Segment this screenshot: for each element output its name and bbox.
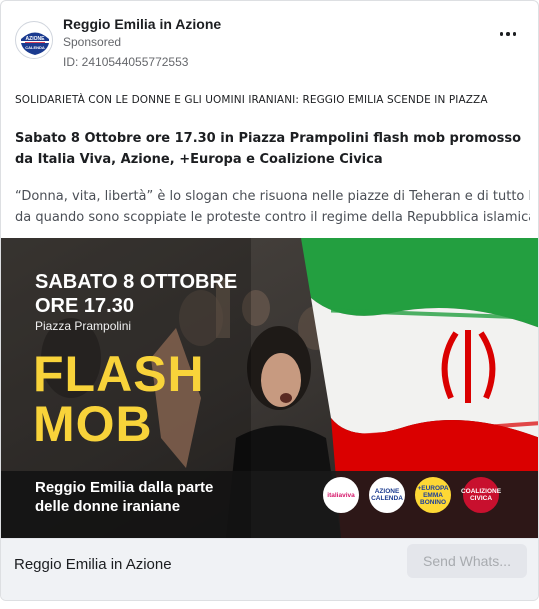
azione-logo-icon: AZIONE CALENDA xyxy=(18,24,52,58)
tagline: delle donne iraniane xyxy=(35,498,181,515)
ad-description: “Donna, vita, libertà” è lo slogan che r… xyxy=(15,186,530,228)
ad-card: AZIONE CALENDA Reggio Emilia in Azione S… xyxy=(0,0,539,601)
mob-title: MOB xyxy=(33,396,153,452)
ad-body: SOLIDARIETÀ CON LE DONNE E GLI UOMINI IR… xyxy=(15,94,530,228)
coalizione-civica-logo: COALIZIONE CIVICA xyxy=(460,477,502,513)
event-time: ORE 17.30 xyxy=(35,295,134,317)
tagline: Reggio Emilia dalla parte xyxy=(35,479,214,496)
coalizione-logo-text: COALIZIONE CIVICA xyxy=(460,488,502,502)
ad-id: ID: 2410544055772553 xyxy=(63,55,189,69)
send-whatsapp-button[interactable]: Send Whats... xyxy=(407,544,527,578)
ad-header: AZIONE CALENDA Reggio Emilia in Azione S… xyxy=(1,1,538,81)
avatar-sub: CALENDA xyxy=(25,45,45,50)
footer-page-name[interactable]: Reggio Emilia in Azione xyxy=(14,556,172,573)
azione-logo-text: AZIONE CALENDA xyxy=(371,488,403,502)
ad-footer: Reggio Emilia in Azione Send Whats... xyxy=(1,538,538,600)
event-place: Piazza Prampolini xyxy=(35,319,132,333)
italia-viva-logo-text: italiaviva xyxy=(327,491,355,499)
event-date: SABATO 8 OTTOBRE xyxy=(35,271,238,293)
italia-viva-logo: italiaviva xyxy=(323,477,359,513)
more-options-icon[interactable] xyxy=(498,29,518,39)
avatar[interactable]: AZIONE CALENDA xyxy=(15,21,53,59)
europa-logo-text: +EUROPA EMMA BONINO xyxy=(417,484,449,506)
avatar-text: AZIONE xyxy=(26,36,46,42)
page-name[interactable]: Reggio Emilia in Azione xyxy=(63,16,221,32)
ad-subhead: Sabato 8 Ottobre ore 17.30 in Piazza Pra… xyxy=(15,131,522,167)
sponsored-label: Sponsored xyxy=(63,35,122,49)
flash-title: FLASH xyxy=(33,346,205,402)
ad-headline: SOLIDARIETÀ CON LE DONNE E GLI UOMINI IR… xyxy=(15,94,488,106)
ad-description-line: “Donna, vita, libertà” è lo slogan che r… xyxy=(15,189,530,204)
ad-description-line: da quando sono scoppiate le proteste con… xyxy=(15,210,530,225)
azione-logo: AZIONE CALENDA xyxy=(369,477,405,513)
europa-logo: +EUROPA EMMA BONINO xyxy=(415,477,451,513)
